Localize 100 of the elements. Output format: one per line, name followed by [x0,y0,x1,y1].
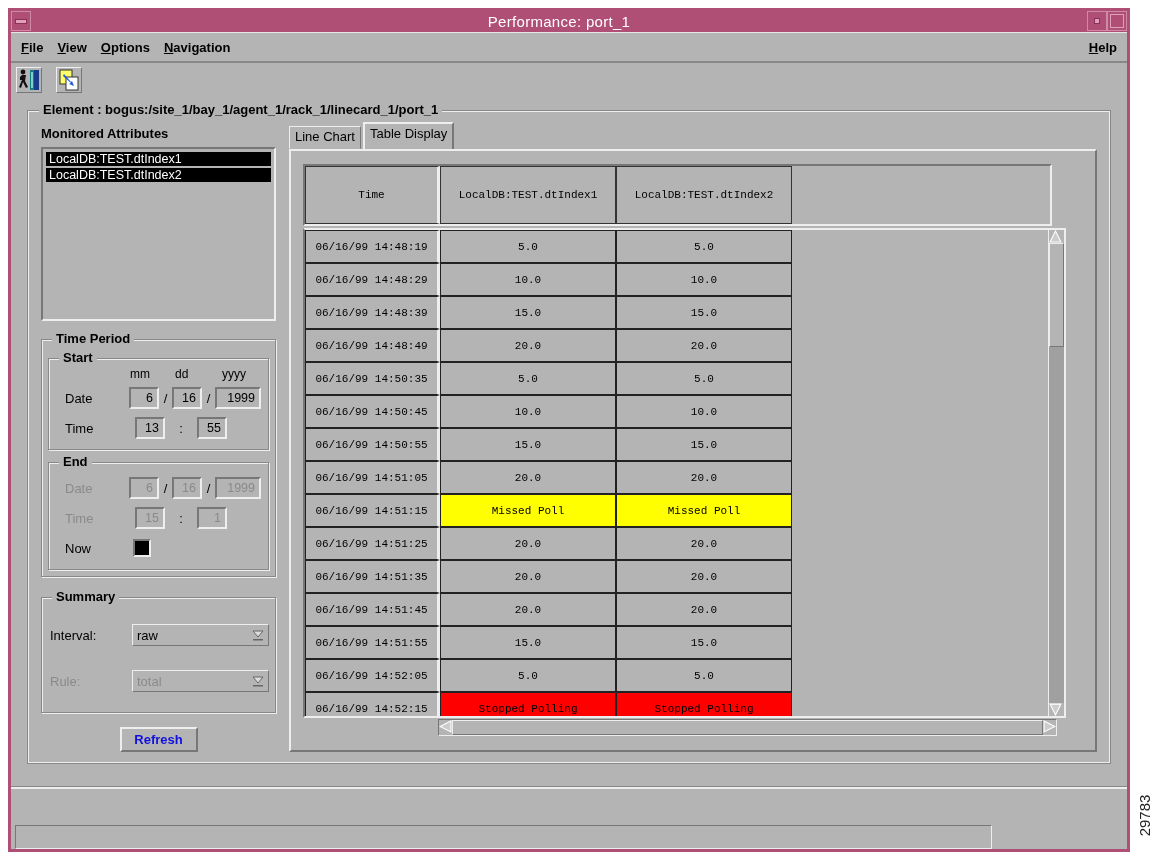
tab[interactable]: Line Chart [289,126,361,149]
time-separator: : [178,420,184,436]
dropdown-arrow-icon [252,629,264,641]
table-cell: Missed Poll [616,494,792,527]
maximize-button[interactable] [1107,11,1127,31]
table-cell: 06/16/99 14:50:45 [305,395,440,428]
table-cell: 06/16/99 14:48:19 [305,230,440,263]
element-path-label: Element : bogus:/site_1/bay_1/agent_1/rack_1/linecard_1/port_1 [39,102,443,117]
horizontal-scrollbar[interactable] [438,719,1057,736]
figure-number: 29783 [1136,794,1154,837]
table-cell: 15.0 [440,428,616,461]
table-cell: 06/16/99 14:48:49 [305,329,440,362]
interval-dropdown[interactable]: raw [132,624,269,646]
table-cell: 06/16/99 14:50:55 [305,428,440,461]
summary-heading: Summary [52,589,120,604]
table-cell: 06/16/99 14:52:05 [305,659,440,692]
dropdown-arrow-icon [252,675,264,687]
hour-field[interactable]: 13 [135,417,165,439]
table-cell: Stopped Polling [616,692,792,716]
table-cell: 06/16/99 14:51:15 [305,494,440,527]
table-cell: 20.0 [616,560,792,593]
table-cell: 06/16/99 14:51:45 [305,593,440,626]
table-cell: 5.0 [616,230,792,263]
date-separator: / [205,390,212,406]
table-cell: 06/16/99 14:48:29 [305,263,440,296]
date-separator: / [162,480,169,496]
table-cell: 5.0 [440,230,616,263]
table-cell: 20.0 [440,560,616,593]
table-cell: 20.0 [616,329,792,362]
table-cell: 06/16/99 14:50:35 [305,362,440,395]
scrollbar-thumb[interactable] [452,720,1043,735]
day-column-label: dd [175,367,189,381]
table-cell: 06/16/99 14:51:55 [305,626,440,659]
left-arrow-icon[interactable] [439,720,452,733]
start-heading: Start [59,350,97,365]
menu-item[interactable]: File [21,39,44,55]
now-checkbox[interactable] [133,539,151,557]
down-arrow-icon[interactable] [1049,703,1062,716]
refresh-button[interactable]: Refresh [119,727,198,752]
date-separator: / [205,480,212,496]
attribute-item[interactable]: LocalDB:TEST.dtIndex1 [46,152,271,166]
right-arrow-icon[interactable] [1043,720,1056,733]
table-cell: 06/16/99 14:51:05 [305,461,440,494]
tab[interactable]: Table Display [363,122,455,149]
table-cell: 20.0 [616,461,792,494]
table-cell: Missed Poll [440,494,616,527]
vertical-scrollbar[interactable] [1048,230,1064,716]
table-cell: 06/16/99 14:51:35 [305,560,440,593]
table-cell: 20.0 [440,461,616,494]
running-person-door-icon[interactable] [16,67,42,93]
table-cell: 5.0 [440,659,616,692]
table-cell: 10.0 [440,263,616,296]
minimize-button[interactable] [1087,11,1107,31]
table-cell: 06/16/99 14:52:15 [305,692,440,716]
time-period-heading: Time Period [52,331,135,346]
minute-field[interactable]: 55 [197,417,227,439]
table-cell: 15.0 [440,296,616,329]
column-header[interactable]: LocalDB:TEST.dtIndex2 [616,166,792,224]
table-cell: 15.0 [616,296,792,329]
end-heading: End [59,454,92,469]
table-cell: 5.0 [616,362,792,395]
year-field[interactable]: 1999 [215,387,261,409]
column-header[interactable]: Time [305,166,440,224]
now-label: Now [64,540,92,556]
table-cell: 20.0 [440,329,616,362]
month-column-label: mm [130,367,150,381]
attribute-item[interactable]: LocalDB:TEST.dtIndex2 [46,168,271,182]
table-cell: 20.0 [440,593,616,626]
table-cell: 10.0 [440,395,616,428]
menu-item[interactable]: View [57,39,87,55]
scrollbar-thumb[interactable] [1049,243,1064,347]
up-arrow-icon[interactable] [1049,230,1062,243]
window-menu-button[interactable] [11,11,31,31]
date-separator: / [162,390,169,406]
time-separator: : [178,510,184,526]
menu-item[interactable]: Help [1088,39,1117,55]
interval-label: Interval: [49,627,98,643]
monitored-attributes-heading: Monitored Attributes [41,126,170,141]
table-cell: 06/16/99 14:48:39 [305,296,440,329]
table-cell: 10.0 [616,395,792,428]
window-title: Performance: port_1 [486,12,632,30]
table-cell: Stopped Polling [440,692,616,716]
date-label: Date [64,390,94,406]
menu-item[interactable]: Navigation [163,39,231,55]
year-column-label: yyyy [222,367,246,381]
table-cell: 15.0 [616,428,792,461]
table-cell: 20.0 [440,527,616,560]
column-header[interactable]: LocalDB:TEST.dtIndex1 [440,166,616,224]
table-cell: 15.0 [616,626,792,659]
menu-item[interactable]: Options [100,39,150,55]
day-field[interactable]: 16 [172,387,202,409]
table-cell: 5.0 [440,362,616,395]
month-field[interactable]: 6 [129,387,159,409]
table-cell: 20.0 [616,527,792,560]
table-cell: 20.0 [616,593,792,626]
table-cell: 5.0 [616,659,792,692]
table-cell: 06/16/99 14:51:25 [305,527,440,560]
table-cell: 15.0 [440,626,616,659]
time-label: Time [64,420,95,436]
table-cell: 10.0 [616,263,792,296]
